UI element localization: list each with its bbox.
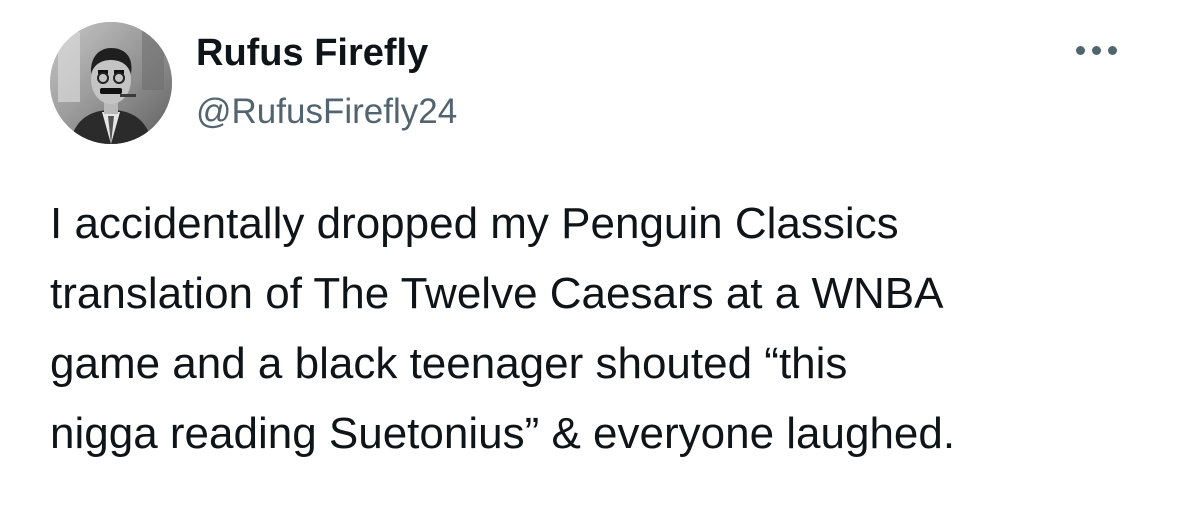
tweet-text-line: I accidentally dropped my Penguin Classi… (50, 199, 899, 248)
avatar-portrait-icon (50, 22, 172, 144)
tweet-text-line: translation of The Twelve Caesars at a W… (50, 269, 944, 318)
tweet-card: Rufus Firefly @RufusFirefly24 I accident… (0, 0, 1179, 518)
tweet-text-line: game and a black teenager shouted “this (50, 339, 848, 388)
tweet-text-line: nigga reading Suetonius” & everyone laug… (50, 409, 956, 458)
author-display-name[interactable]: Rufus Firefly (196, 30, 428, 76)
tweet-text: I accidentally dropped my Penguin Classi… (50, 189, 1150, 469)
more-horizontal-icon (1075, 45, 1117, 55)
more-options-button[interactable] (1064, 30, 1128, 70)
author-handle[interactable]: @RufusFirefly24 (196, 90, 457, 134)
avatar[interactable] (50, 22, 172, 144)
